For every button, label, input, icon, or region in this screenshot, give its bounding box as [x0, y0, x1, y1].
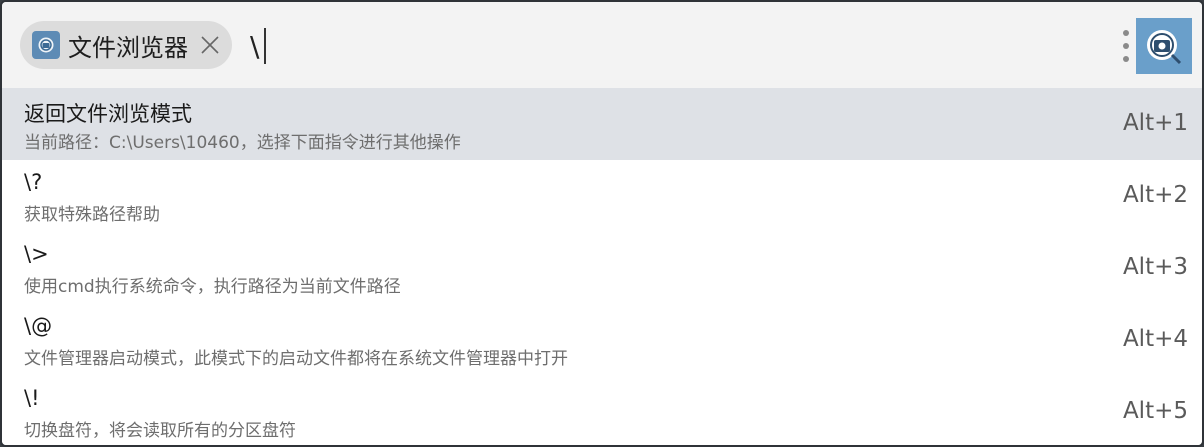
- result-item-help[interactable]: \? 获取特殊路径帮助 Alt+2: [2, 160, 1202, 232]
- shortcut-label: Alt+1: [1122, 110, 1188, 136]
- result-description: 当前路径：C:\Users\10460，选择下面指令进行其他操作: [24, 133, 461, 153]
- more-vertical-icon[interactable]: [1116, 28, 1136, 64]
- shortcut-label: Alt+4: [1122, 326, 1188, 352]
- shortcut-label: Alt+2: [1122, 182, 1188, 208]
- shortcut-label: Alt+3: [1122, 254, 1188, 280]
- result-description: 切换盘符，将会读取所有的分区盘符: [24, 421, 296, 441]
- result-description: 文件管理器启动模式，此模式下的启动文件都将在系统文件管理器中打开: [24, 349, 568, 369]
- result-title: 返回文件浏览模式: [24, 102, 192, 126]
- result-list: 返回文件浏览模式 当前路径：C:\Users\10460，选择下面指令进行其他操…: [2, 88, 1202, 445]
- app-logo-icon[interactable]: [1136, 18, 1192, 74]
- launcher-window: 文件浏览器 \ 返回文件浏览模式 当前路径：C:\Users\10460，选择下…: [0, 0, 1204, 447]
- shortcut-label: Alt+5: [1122, 398, 1188, 424]
- file-browser-icon: [32, 31, 60, 59]
- result-title: \@: [24, 314, 53, 338]
- close-icon[interactable]: [200, 35, 220, 55]
- result-title: \?: [24, 170, 43, 194]
- result-item-switch-drive[interactable]: \! 切换盘符，将会读取所有的分区盘符 Alt+5: [2, 376, 1202, 445]
- result-title: \!: [24, 386, 40, 410]
- text-caret: [264, 28, 266, 64]
- result-description: 使用cmd执行系统命令，执行路径为当前文件路径: [24, 277, 401, 297]
- result-item-cmd[interactable]: \> 使用cmd执行系统命令，执行路径为当前文件路径 Alt+3: [2, 232, 1202, 304]
- result-item-return-browse[interactable]: 返回文件浏览模式 当前路径：C:\Users\10460，选择下面指令进行其他操…: [2, 88, 1202, 160]
- result-item-explorer-mode[interactable]: \@ 文件管理器启动模式，此模式下的启动文件都将在系统文件管理器中打开 Alt+…: [2, 304, 1202, 376]
- plugin-name: 文件浏览器: [68, 33, 188, 62]
- search-bar: 文件浏览器: [2, 2, 1202, 88]
- plugin-tag[interactable]: 文件浏览器: [20, 21, 232, 69]
- result-description: 获取特殊路径帮助: [24, 205, 160, 225]
- search-input[interactable]: [250, 26, 1090, 66]
- result-title: \>: [24, 242, 49, 266]
